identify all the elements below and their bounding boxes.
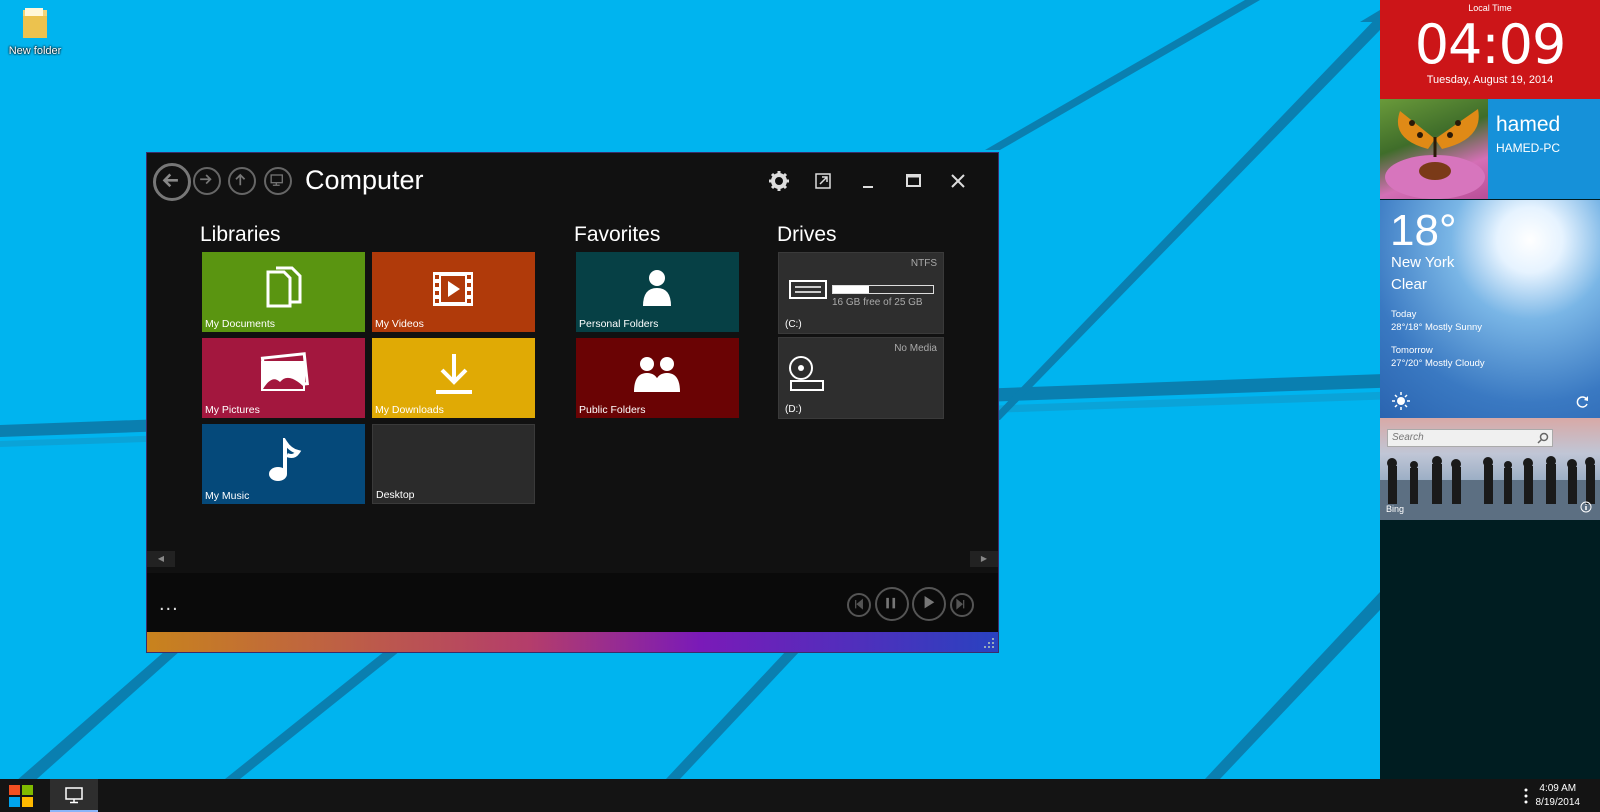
drive-label: (D:): [785, 404, 802, 415]
up-arrow-icon[interactable]: [228, 167, 256, 195]
search-icon[interactable]: [1537, 432, 1549, 444]
weather-city: New York: [1391, 254, 1455, 271]
resize-grip-icon[interactable]: [983, 637, 995, 649]
drive-usage-fill: [833, 286, 869, 293]
computer-name: HAMED-PC: [1496, 141, 1561, 155]
taskbar: 4:09 AM 8/19/2014: [0, 779, 1600, 812]
tile-desktop[interactable]: Desktop: [372, 424, 535, 504]
drive-label: (C:): [785, 319, 802, 330]
tile-label: Public Folders: [579, 404, 646, 416]
gear-icon[interactable]: [765, 167, 793, 195]
drives-heading: Drives: [777, 223, 837, 246]
refresh-icon[interactable]: [1576, 395, 1590, 409]
computer-window: Computer Libraries Favorites Drives My D…: [146, 152, 999, 653]
minimize-icon[interactable]: [854, 167, 882, 195]
drive-media-status: No Media: [894, 343, 937, 354]
weather-today-label: Today: [1391, 309, 1417, 320]
clock-time: 04:09: [1414, 13, 1567, 76]
folder-icon: [23, 8, 47, 38]
tile-my-pictures[interactable]: My Pictures: [202, 338, 365, 418]
play-icon[interactable]: [912, 587, 946, 621]
tile-label: My Downloads: [375, 404, 444, 416]
hard-drive-icon: [789, 280, 827, 299]
more-options-button[interactable]: ...: [159, 593, 179, 616]
tile-personal-folders[interactable]: Personal Folders: [576, 252, 739, 332]
bing-widget: Search Bing: [1380, 418, 1600, 520]
pictures-icon: [260, 352, 309, 391]
close-icon[interactable]: [944, 167, 972, 195]
person-icon: [643, 270, 671, 306]
user-widget[interactable]: hamed HAMED-PC: [1380, 99, 1600, 199]
monitor-icon: [65, 787, 83, 804]
desktop-folder-label: New folder: [8, 45, 62, 57]
music-note-icon: [269, 438, 302, 481]
weather-widget[interactable]: 18° New York Clear Today 28°/18° Mostly …: [1380, 200, 1600, 418]
back-arrow-icon[interactable]: [153, 163, 191, 201]
bing-search-input[interactable]: Search: [1387, 429, 1553, 447]
window-bottom-bar: ...: [147, 573, 998, 632]
video-film-icon: [433, 272, 473, 306]
weather-condition: Clear: [1391, 276, 1427, 293]
next-track-icon[interactable]: [950, 593, 974, 617]
clock-caption: Local Time: [1468, 3, 1512, 13]
drive-free-space: 16 GB free of 25 GB: [832, 297, 923, 308]
windows-start-icon[interactable]: [8, 784, 34, 808]
scroll-right-button[interactable]: ▶: [970, 551, 998, 567]
tray-clock[interactable]: 4:09 AM 8/19/2014: [1536, 782, 1581, 810]
clock-widget: Local Time 04:09 Tuesday, August 19, 201…: [1380, 0, 1600, 99]
drive-d[interactable]: No Media (D:): [778, 337, 944, 419]
libraries-heading: Libraries: [200, 223, 281, 246]
tile-label: Personal Folders: [579, 318, 659, 330]
tile-my-downloads[interactable]: My Downloads: [372, 338, 535, 418]
more-vertical-icon[interactable]: [1524, 788, 1528, 804]
tile-label: Desktop: [376, 489, 415, 501]
documents-icon: [266, 266, 302, 308]
tile-public-folders[interactable]: Public Folders: [576, 338, 739, 418]
weather-tomorrow-forecast: 27°/20° Mostly Cloudy: [1391, 358, 1485, 369]
weather-today-forecast: 28°/18° Mostly Sunny: [1391, 322, 1483, 333]
tile-label: My Videos: [375, 318, 424, 330]
forward-arrow-icon[interactable]: [193, 167, 221, 195]
computer-icon[interactable]: [264, 167, 292, 195]
tile-label: My Pictures: [205, 404, 260, 416]
tile-label: My Documents: [205, 318, 276, 330]
pause-icon[interactable]: [875, 587, 909, 621]
window-accent-bar: [147, 632, 998, 652]
clock-date: Tuesday, August 19, 2014: [1426, 74, 1554, 86]
bing-label: Bing: [1386, 504, 1405, 514]
sun-icon: [1392, 392, 1410, 410]
taskbar-computer-app[interactable]: [50, 779, 98, 812]
weather-temperature: 18°: [1390, 206, 1457, 255]
optical-drive-icon: [789, 356, 824, 391]
butterfly-picture: [1385, 109, 1485, 199]
window-toolbar: Computer: [147, 153, 998, 209]
popout-icon[interactable]: [809, 167, 837, 195]
tile-my-videos[interactable]: My Videos: [372, 252, 535, 332]
desktop-folder[interactable]: New folder: [6, 6, 64, 57]
previous-track-icon[interactable]: [847, 593, 871, 617]
window-title: Computer: [305, 165, 424, 195]
user-avatar: [1380, 99, 1488, 199]
download-icon: [436, 354, 472, 394]
tile-my-documents[interactable]: My Documents: [202, 252, 365, 332]
info-icon[interactable]: [1580, 501, 1592, 513]
drive-filesystem: NTFS: [910, 258, 937, 269]
user-name: hamed: [1496, 113, 1561, 136]
tile-my-music[interactable]: My Music: [202, 424, 365, 504]
scroll-left-button[interactable]: ◀: [147, 551, 175, 567]
tray-time: 4:09 AM: [1539, 783, 1577, 794]
maximize-icon[interactable]: [899, 167, 927, 195]
drive-c[interactable]: NTFS 16 GB free of 25 GB (C:): [778, 252, 944, 334]
tile-label: My Music: [205, 490, 250, 502]
favorites-heading: Favorites: [574, 223, 661, 246]
people-icon: [634, 357, 680, 392]
drive-usage-bar: [832, 285, 934, 294]
tray-date: 8/19/2014: [1535, 797, 1581, 808]
gadget-panel: Local Time 04:09 Tuesday, August 19, 201…: [1380, 0, 1600, 779]
weather-tomorrow-label: Tomorrow: [1391, 345, 1433, 356]
